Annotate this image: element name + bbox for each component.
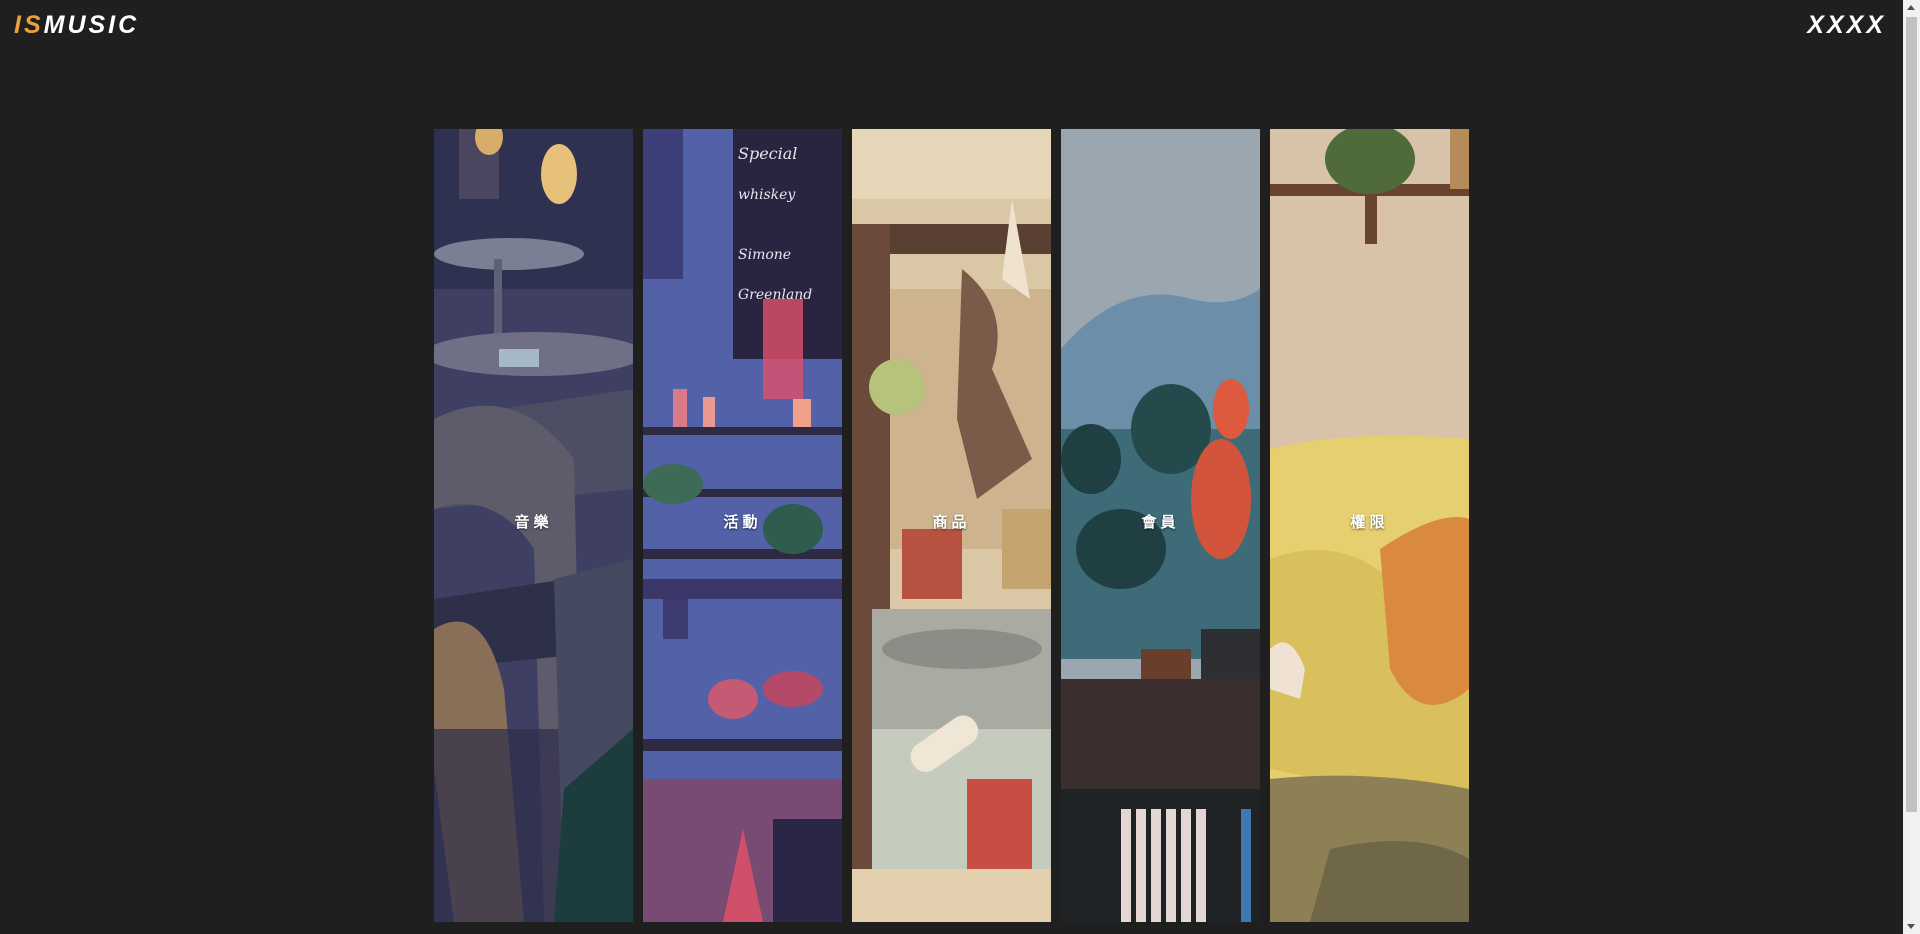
scroll-up-icon[interactable] <box>1907 5 1915 10</box>
svg-text:Simone: Simone <box>738 247 791 263</box>
panel-music[interactable]: 音樂 <box>434 129 633 922</box>
panel-events[interactable]: Special whiskey Simone Greenland 活動 <box>643 129 842 922</box>
svg-text:whiskey: whiskey <box>738 187 796 203</box>
panel-label-music: 音樂 <box>514 513 553 531</box>
logo-accent-text: IS <box>14 11 44 39</box>
logo-text: MUSIC <box>43 11 140 39</box>
svg-text:Greenland: Greenland <box>738 287 812 303</box>
panel-permissions[interactable]: 權限 <box>1270 129 1469 922</box>
site-logo[interactable]: ISMUSIC <box>14 11 139 40</box>
svg-text:Special: Special <box>738 144 797 163</box>
panel-label-permissions: 權限 <box>1350 513 1389 531</box>
panel-members[interactable]: 會員 <box>1061 129 1260 922</box>
user-name-link[interactable]: XXXX <box>1807 11 1886 40</box>
scrollbar-thumb[interactable] <box>1906 17 1917 812</box>
panel-products[interactable]: 商品 <box>852 129 1051 922</box>
scroll-down-icon[interactable] <box>1907 924 1915 929</box>
page-scrollbar[interactable] <box>1903 0 1920 934</box>
panel-label-members: 會員 <box>1141 513 1180 531</box>
panel-label-events: 活動 <box>723 513 762 531</box>
category-panels: 音樂 Special whiskey Simone Greenland 活動 商… <box>434 129 1470 922</box>
panel-label-products: 商品 <box>932 513 971 531</box>
